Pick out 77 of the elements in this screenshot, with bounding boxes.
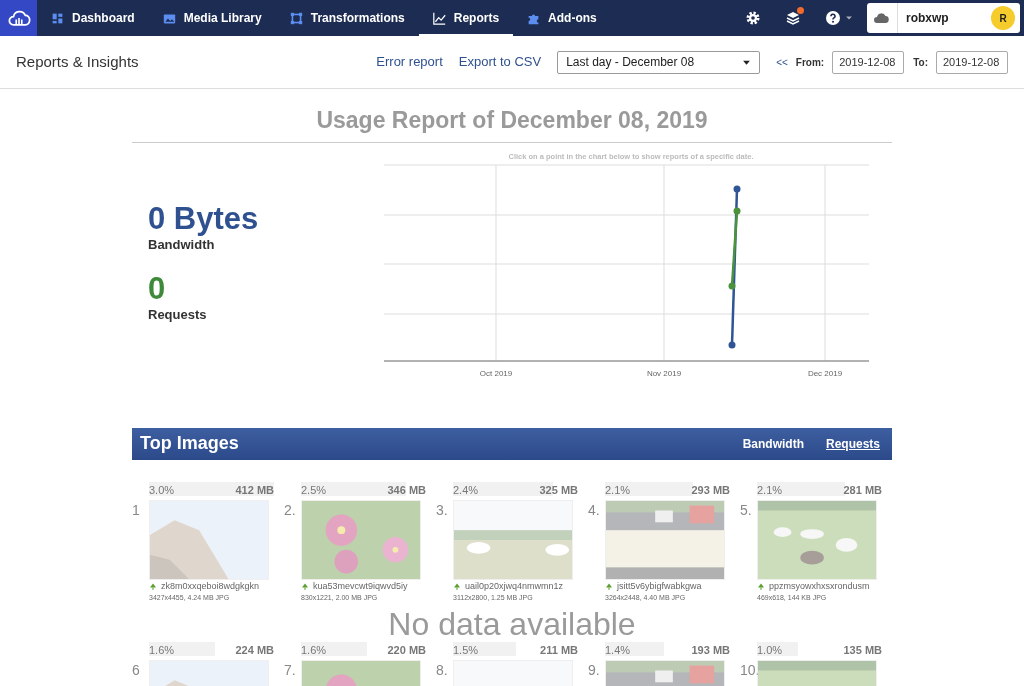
rank-number: 9.: [588, 660, 601, 680]
share-percent: 2.1%: [757, 482, 783, 496]
nav-tab[interactable]: Media Library: [148, 0, 276, 36]
stat-value: 0 Bytes: [148, 202, 260, 236]
page-title: Reports & Insights: [16, 51, 139, 72]
account-box[interactable]: robxwp R: [867, 3, 1020, 33]
rank-number: 2.: [284, 500, 297, 520]
image-name[interactable]: jsitt5v6ybigfwabkgwa: [617, 579, 702, 594]
from-label: From:: [795, 55, 825, 70]
size-label: 412 MB: [235, 482, 274, 496]
rank-number: 10.: [740, 660, 757, 680]
share-percent: 2.1%: [605, 482, 631, 496]
share-percent: 1.6%: [149, 642, 175, 656]
to-date-field[interactable]: 2019-12-08: [936, 50, 1008, 74]
avatar[interactable]: R: [991, 6, 1015, 30]
rank-number: 3.: [436, 500, 449, 520]
cloud-icon: [873, 10, 889, 26]
size-label: 135 MB: [843, 642, 882, 656]
stat-label: Requests: [148, 306, 208, 325]
share-percent: 2.4%: [453, 482, 479, 496]
rank-number: 6: [132, 660, 141, 680]
share-percent: 1.0%: [757, 642, 783, 656]
empty-message: No data available: [388, 607, 636, 640]
nav-tab[interactable]: Add-ons: [513, 0, 611, 36]
nav-tab[interactable]: Reports: [418, 0, 514, 36]
axis-label: Oct 2019: [479, 368, 513, 378]
report-title: Usage Report of December 08, 2019: [132, 89, 892, 143]
settings-icon[interactable]: [745, 10, 761, 26]
nav-tab[interactable]: Dashboard: [37, 0, 149, 36]
share-percent: 1.4%: [605, 642, 631, 656]
logo[interactable]: [0, 0, 37, 36]
help-icon[interactable]: [825, 10, 841, 26]
header-link[interactable]: Error report: [376, 52, 443, 72]
share-percent: 3.0%: [149, 482, 175, 496]
image-name[interactable]: ppzmsyowxhxsxrondusm: [769, 579, 870, 594]
section-title: Top Images: [140, 432, 239, 456]
size-label: 220 MB: [387, 642, 426, 656]
rank-number: 8.: [436, 660, 449, 680]
data-line[interactable]: [728, 185, 741, 349]
to-label: To:: [913, 55, 928, 70]
size-label: 224 MB: [235, 642, 274, 656]
image-name[interactable]: uail0p20xjwq4nmwmn1z: [465, 579, 564, 594]
rank-number: 4.: [588, 500, 601, 520]
size-label: 281 MB: [843, 482, 882, 496]
header-link[interactable]: Export to CSV: [458, 52, 542, 72]
puzzle-icon: [527, 11, 541, 25]
image-icon: [162, 11, 176, 25]
grid-icon: [51, 11, 64, 25]
from-date-field[interactable]: 2019-12-08: [832, 50, 905, 74]
size-label: 211 MB: [540, 642, 578, 656]
stack-icon[interactable]: [785, 10, 801, 26]
caret-icon[interactable]: [845, 14, 853, 22]
size-label: 193 MB: [691, 642, 730, 656]
tab[interactable]: Bandwidth: [742, 434, 804, 453]
stat-value: 0: [148, 272, 167, 306]
share-percent: 1.6%: [301, 642, 327, 656]
back-link[interactable]: <<: [776, 54, 788, 70]
image-name[interactable]: zk8m0xxqeboi8wdgkgkn: [161, 579, 260, 594]
data-line[interactable]: [728, 207, 741, 290]
line-chart-icon: [432, 11, 446, 25]
axis-label: Dec 2019: [807, 368, 843, 378]
frame-icon: [289, 11, 303, 25]
share-percent: 2.5%: [301, 482, 327, 496]
rank-number: 1: [132, 500, 141, 520]
image-name[interactable]: kua53mevcwt9iqwvd5iy: [313, 579, 408, 594]
axis-label: Nov 2019: [646, 368, 682, 378]
range-select[interactable]: Last day - December 08: [557, 50, 761, 74]
size-label: 293 MB: [691, 482, 730, 496]
tab[interactable]: Requests: [825, 434, 880, 453]
stat-label: Bandwidth: [148, 236, 216, 255]
size-label: 325 MB: [539, 482, 578, 496]
rank-number: 7.: [284, 660, 297, 680]
account-name: robxwp: [906, 10, 949, 27]
nav-tab[interactable]: Transformations: [275, 0, 419, 36]
share-percent: 1.5%: [453, 642, 479, 656]
rank-number: 5.: [740, 500, 753, 520]
size-label: 346 MB: [387, 482, 426, 496]
